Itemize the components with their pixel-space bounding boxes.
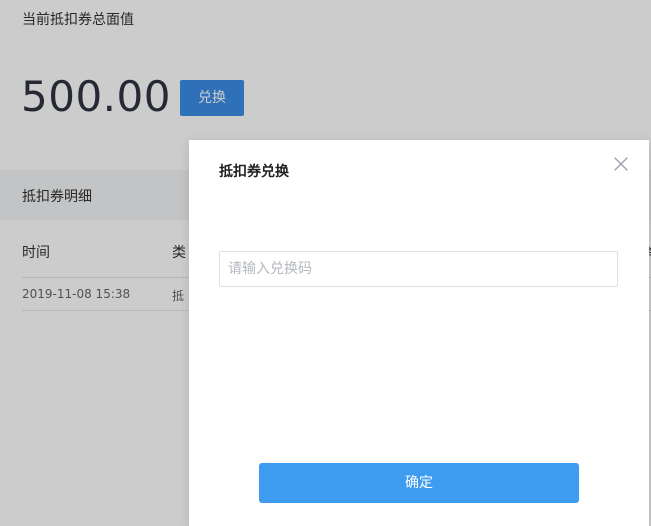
close-icon[interactable] [613, 156, 629, 172]
dialog-title: 抵扣券兑换 [219, 164, 289, 180]
exchange-dialog: 抵扣券兑换 确定 [189, 140, 649, 526]
exchange-code-input[interactable] [219, 251, 618, 287]
confirm-button[interactable]: 确定 [259, 463, 579, 503]
